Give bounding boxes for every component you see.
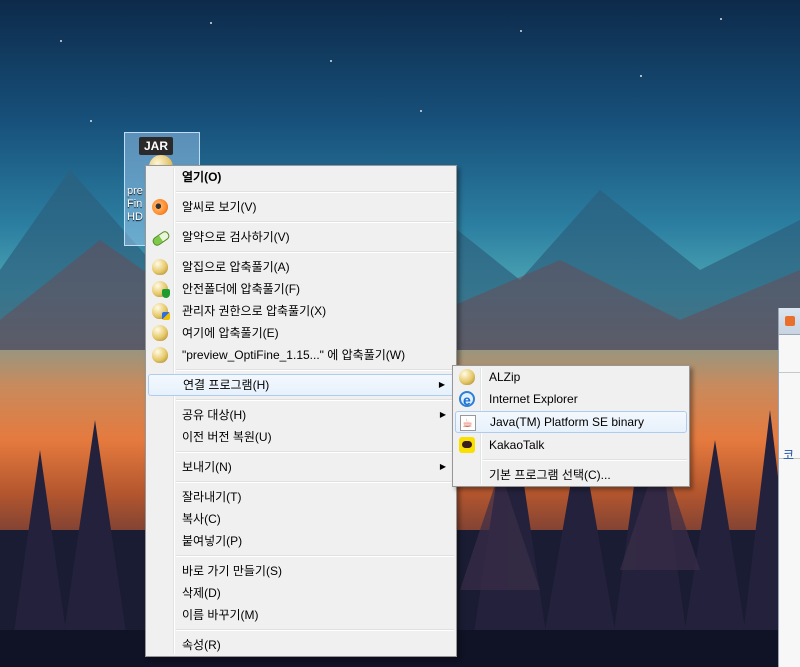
menu-item-이름-바꾸기[interactable]: 이름 바꾸기(M) bbox=[148, 604, 454, 626]
internet-explorer-icon bbox=[459, 389, 475, 411]
menu-separator bbox=[176, 251, 454, 253]
menu-item-label: 복사(C) bbox=[182, 512, 221, 526]
menu-item-label: ALZip bbox=[489, 370, 521, 384]
menu-separator bbox=[483, 459, 687, 461]
jar-badge: JAR bbox=[139, 137, 174, 155]
open-with-submenu: ALZip Internet Explorer Java(TM) Platform … bbox=[452, 365, 690, 487]
alzip-shield-icon bbox=[152, 281, 170, 298]
menu-item-알집으로-압축풀기[interactable]: 알집으로 압축풀기(A) bbox=[148, 256, 454, 278]
menu-item-label: 알씨로 보기(V) bbox=[182, 200, 257, 214]
menu-item-복사[interactable]: 복사(C) bbox=[148, 508, 454, 530]
menu-item-label: 속성(R) bbox=[182, 638, 221, 652]
alzip-icon bbox=[152, 347, 168, 363]
menu-item-preview-optifine-1-15-에-압축풀기[interactable]: "preview_OptiFine_1.15..." 에 압축풀기(W) bbox=[148, 344, 454, 366]
menu-item-label: 알집으로 압축풀기(A) bbox=[182, 260, 290, 274]
menu-item-바로-가기-만들기[interactable]: 바로 가기 만들기(S) bbox=[148, 560, 454, 582]
menu-separator bbox=[176, 629, 454, 631]
menu-item-label: 이름 바꾸기(M) bbox=[182, 608, 259, 622]
menu-item-label: 보내기(N) bbox=[182, 460, 232, 474]
menu-item-알씨로-보기[interactable]: 알씨로 보기(V) bbox=[148, 196, 454, 218]
menu-item-잘라내기[interactable]: 잘라내기(T) bbox=[148, 486, 454, 508]
alzip-icon bbox=[152, 325, 168, 341]
menu-item-label: 열기(O) bbox=[182, 170, 222, 184]
menu-item-기본-프로그램-선택[interactable]: 기본 프로그램 선택(C)... bbox=[455, 464, 687, 486]
submenu-arrow-icon: ▶ bbox=[439, 462, 446, 471]
menu-item-label: Internet Explorer bbox=[489, 392, 578, 406]
menu-item-알약으로-검사하기[interactable]: 알약으로 검사하기(V) bbox=[148, 226, 454, 248]
menu-item-label: "preview_OptiFine_1.15..." 에 압축풀기(W) bbox=[182, 348, 406, 362]
menu-item-label: KakaoTalk bbox=[489, 438, 545, 452]
menu-item-label: 공유 대상(H) bbox=[182, 408, 247, 422]
menu-item-속성[interactable]: 속성(R) bbox=[148, 634, 454, 656]
menu-item-label: 바로 가기 만들기(S) bbox=[182, 564, 282, 578]
menu-item-안전폴더에-압축풀기[interactable]: 안전폴더에 압축풀기(F) bbox=[148, 278, 454, 300]
menu-item-internet-explorer[interactable]: Internet Explorer bbox=[455, 388, 687, 411]
menu-item-공유-대상[interactable]: 공유 대상(H) ▶ bbox=[148, 404, 454, 426]
menu-item-label: Java(TM) Platform SE binary bbox=[490, 415, 645, 429]
menu-item-label: 관리자 권한으로 압축풀기(X) bbox=[182, 304, 327, 318]
menu-item-label: 여기에 압축풀기(E) bbox=[182, 326, 279, 340]
alzip-icon bbox=[152, 259, 168, 275]
menu-item-이전-버전-복원[interactable]: 이전 버전 복원(U) bbox=[148, 426, 454, 448]
menu-separator bbox=[176, 369, 454, 371]
desktop-icon-label: pre Fin HD bbox=[127, 185, 143, 223]
menu-item-label: 잘라내기(T) bbox=[182, 490, 242, 504]
alsee-icon bbox=[152, 199, 168, 215]
menu-item-삭제[interactable]: 삭제(D) bbox=[148, 582, 454, 604]
alyac-pill-icon bbox=[151, 229, 171, 248]
menu-item-kakaotalk[interactable]: KakaoTalk bbox=[455, 434, 687, 456]
menu-separator bbox=[176, 221, 454, 223]
menu-item-여기에-압축풀기[interactable]: 여기에 압축풀기(E) bbox=[148, 322, 454, 344]
menu-item-보내기[interactable]: 보내기(N) ▶ bbox=[148, 456, 454, 478]
menu-item-연결-프로그램[interactable]: 연결 프로그램(H) ▶ bbox=[148, 374, 454, 396]
background-window-text: 코 bbox=[783, 448, 795, 462]
menu-item-label: 기본 프로그램 선택(C)... bbox=[489, 468, 611, 482]
menu-item-붙여넣기[interactable]: 붙여넣기(P) bbox=[148, 530, 454, 552]
menu-item-관리자-권한으로-압축풀기[interactable]: 관리자 권한으로 압축풀기(X) bbox=[148, 300, 454, 322]
alzip-admin-icon bbox=[152, 303, 170, 320]
menu-item-label: 연결 프로그램(H) bbox=[183, 378, 270, 392]
java-icon bbox=[460, 413, 476, 433]
menu-separator bbox=[176, 555, 454, 557]
background-window-edge[interactable]: 코 bbox=[778, 308, 800, 667]
menu-separator bbox=[176, 451, 454, 453]
submenu-arrow-icon: ▶ bbox=[439, 410, 446, 419]
menu-item-label: 붙여넣기(P) bbox=[182, 534, 243, 548]
menu-separator bbox=[176, 191, 454, 193]
menu-item-label: 알약으로 검사하기(V) bbox=[182, 230, 290, 244]
menu-item-label: 삭제(D) bbox=[182, 586, 221, 600]
menu-item-label: 안전폴더에 압축풀기(F) bbox=[182, 282, 301, 296]
kakaotalk-icon bbox=[459, 437, 475, 453]
context-menu: 열기(O) 알씨로 보기(V) 알약으로 검사하기(V) 알집으로 압축풀기(A) 안전… bbox=[145, 165, 457, 657]
menu-item-java-platform-se-binary[interactable]: Java(TM) Platform SE binary bbox=[455, 411, 687, 433]
menu-separator bbox=[176, 481, 454, 483]
menu-item-열기[interactable]: 열기(O) bbox=[148, 166, 454, 188]
menu-item-alzip[interactable]: ALZip bbox=[455, 366, 687, 388]
menu-separator bbox=[176, 399, 454, 401]
app-icon bbox=[785, 316, 795, 326]
submenu-arrow-icon: ▶ bbox=[438, 380, 445, 389]
alzip-icon bbox=[459, 369, 475, 385]
menu-item-label: 이전 버전 복원(U) bbox=[182, 430, 272, 444]
